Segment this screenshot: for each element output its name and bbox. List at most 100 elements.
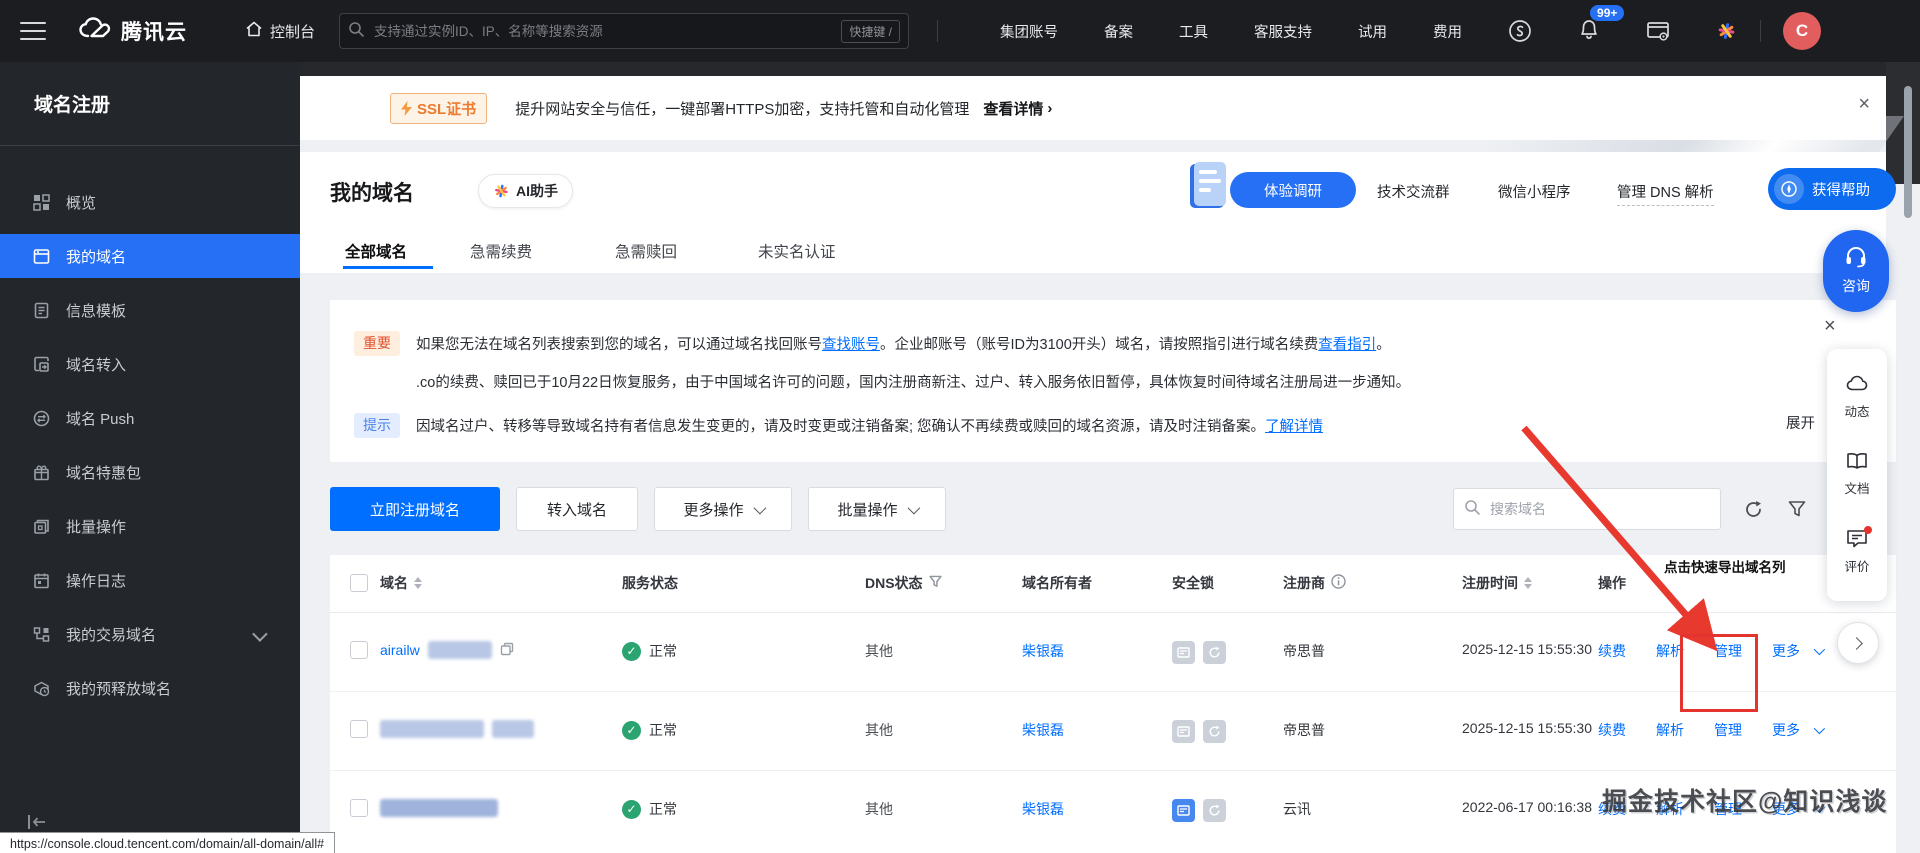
feed-button[interactable]: 动态 <box>1844 375 1870 420</box>
avatar[interactable]: C <box>1783 12 1822 50</box>
tab-renewal-needed[interactable]: 急需续费 <box>470 240 532 262</box>
divider <box>0 145 300 146</box>
console-settings-icon[interactable] <box>1646 20 1670 42</box>
table-row: airailw ✓ 正常 其他 柴银磊 帝思普 2025-12-15 15:55:… <box>330 612 1896 692</box>
get-help-button[interactable]: 获得帮助 <box>1768 168 1896 210</box>
docs-button[interactable]: 文档 <box>1844 452 1870 497</box>
consult-button[interactable]: 咨询 <box>1823 230 1889 312</box>
sidebar-item-batch-operations[interactable]: 批量操作 <box>0 504 300 548</box>
menu-item-billing[interactable]: 费用 <box>1433 21 1462 42</box>
mini-program-link[interactable]: 微信小程序 <box>1498 181 1571 202</box>
grid-icon <box>32 193 50 211</box>
domain-link[interactable]: airailw <box>380 642 420 658</box>
domain-search-input[interactable] <box>1488 500 1710 518</box>
select-all-checkbox[interactable] <box>350 574 368 592</box>
menu-item-group-account[interactable]: 集团账号 <box>1000 21 1058 42</box>
hamburger-menu-icon[interactable] <box>20 22 46 40</box>
update-lock-icon[interactable] <box>1172 641 1195 664</box>
sidebar-item-transfer-in[interactable]: 域名转入 <box>0 342 300 386</box>
owner-link[interactable]: 柴银磊 <box>1022 720 1064 740</box>
sidebar-item-info-template[interactable]: 信息模板 <box>0 288 300 332</box>
sidebar-menu: 概览 我的域名 信息模板 域名转入 域名 Push 域名特惠包 批量操作 操作日… <box>0 180 300 720</box>
owner-link[interactable]: 柴银磊 <box>1022 799 1064 819</box>
filter-funnel-icon[interactable] <box>1786 498 1808 520</box>
ai-sparkle-icon <box>494 184 508 198</box>
scrollbar-thumb[interactable] <box>1904 86 1912 218</box>
more-link[interactable]: 更多 <box>1772 720 1800 740</box>
promo-circle-icon[interactable] <box>1508 19 1532 43</box>
sidebar-item-my-domains[interactable]: 我的域名 <box>0 234 300 278</box>
expand-link[interactable]: 展开 <box>1786 412 1815 433</box>
sidebar-item-overview[interactable]: 概览 <box>0 180 300 224</box>
manage-link[interactable]: 管理 <box>1714 720 1742 740</box>
menu-item-tools[interactable]: 工具 <box>1179 21 1208 42</box>
close-icon[interactable]: × <box>1824 316 1836 336</box>
copy-icon[interactable] <box>500 642 514 659</box>
transfer-in-icon <box>32 355 50 373</box>
row-checkbox[interactable] <box>350 799 368 817</box>
window-icon <box>32 247 50 265</box>
feedback-button[interactable]: 评价 <box>1844 526 1872 575</box>
renew-link[interactable]: 续费 <box>1598 641 1626 661</box>
info-icon[interactable] <box>1331 574 1346 592</box>
tab-redeem-needed[interactable]: 急需赎回 <box>615 240 677 262</box>
transfer-lock-icon[interactable] <box>1203 641 1226 664</box>
menu-item-support[interactable]: 客服支持 <box>1254 21 1312 42</box>
close-icon[interactable]: × <box>1858 94 1870 114</box>
dns-resolve-link[interactable]: 解析 <box>1656 720 1684 740</box>
sidebar-item-prerelease-domains[interactable]: 我的预释放域名 <box>0 666 300 710</box>
notifications-button[interactable]: 99+ <box>1578 4 1625 46</box>
refresh-icon[interactable] <box>1742 498 1764 520</box>
ai-assistant-button[interactable]: AI助手 <box>478 174 573 208</box>
chevron-down-icon <box>907 501 920 514</box>
tab-all-domains[interactable]: 全部域名 <box>345 240 407 262</box>
tab-unverified[interactable]: 未实名认证 <box>758 240 836 262</box>
sidebar-item-trading-domains[interactable]: 我的交易域名 <box>0 612 300 656</box>
sidebar-item-operation-log[interactable]: 操作日志 <box>0 558 300 602</box>
console-link[interactable]: 控制台 <box>245 20 315 42</box>
transfer-in-button[interactable]: 转入域名 <box>516 487 638 531</box>
transfer-lock-icon[interactable] <box>1203 720 1226 743</box>
learn-more-link[interactable]: 了解详情 <box>1265 415 1323 436</box>
tencent-cloud-logo[interactable]: 腾讯云 <box>78 16 187 46</box>
sidebar-item-discount-package[interactable]: 域名特惠包 <box>0 450 300 494</box>
global-search[interactable]: 快捷键 / <box>339 13 910 49</box>
survey-button[interactable]: 体验调研 <box>1230 172 1356 208</box>
view-guide-link[interactable]: 查看指引 <box>1318 333 1376 354</box>
watermark: 掘金技术社区@知识浅谈 <box>1602 788 1888 816</box>
stacked-copies-icon <box>32 517 50 535</box>
row-checkbox[interactable] <box>350 641 368 659</box>
banner-details-link[interactable]: 查看详情 › <box>983 98 1052 119</box>
sidebar-item-domain-push[interactable]: 域名 Push <box>0 396 300 440</box>
sort-icon[interactable] <box>1524 577 1532 589</box>
apps-pinwheel-icon[interactable] <box>1716 21 1736 41</box>
flash-icon <box>401 100 412 116</box>
batch-actions-dropdown[interactable]: 批量操作 <box>808 487 946 531</box>
sort-icon[interactable] <box>414 577 422 589</box>
home-icon <box>245 20 263 42</box>
banner-text: 提升网站安全与信任，一键部署HTTPS加密，支持托管和自动化管理 <box>515 100 970 118</box>
row-checkbox[interactable] <box>350 720 368 738</box>
manage-dns-link[interactable]: 管理 DNS 解析 <box>1617 181 1714 206</box>
status-ok-icon: ✓ <box>622 720 641 740</box>
update-lock-icon[interactable] <box>1172 720 1195 743</box>
next-page-button[interactable] <box>1837 622 1879 664</box>
more-link[interactable]: 更多 <box>1772 641 1800 661</box>
domain-search-box[interactable] <box>1453 488 1721 530</box>
feed-icon <box>1846 375 1868 396</box>
table-row: ✓ 正常 其他 柴银磊 帝思普 2025-12-15 15:55:30 续费 解析… <box>330 691 1896 771</box>
menu-item-trial[interactable]: 试用 <box>1358 21 1387 42</box>
update-lock-icon[interactable] <box>1172 799 1195 822</box>
transfer-lock-icon[interactable] <box>1203 799 1226 822</box>
filter-icon[interactable] <box>928 575 942 591</box>
tech-group-link[interactable]: 技术交流群 <box>1377 181 1450 202</box>
renew-link[interactable]: 续费 <box>1598 720 1626 740</box>
register-domain-button[interactable]: 立即注册域名 <box>330 487 500 531</box>
notification-dot <box>1863 526 1872 534</box>
find-account-link[interactable]: 查找账号 <box>822 333 880 354</box>
menu-item-icp[interactable]: 备案 <box>1104 21 1133 42</box>
sidebar: 域名注册 概览 我的域名 信息模板 域名转入 域名 Push 域名特惠包 批量操… <box>0 62 300 853</box>
owner-link[interactable]: 柴银磊 <box>1022 641 1064 661</box>
global-search-input[interactable] <box>372 22 842 40</box>
more-actions-dropdown[interactable]: 更多操作 <box>654 487 792 531</box>
